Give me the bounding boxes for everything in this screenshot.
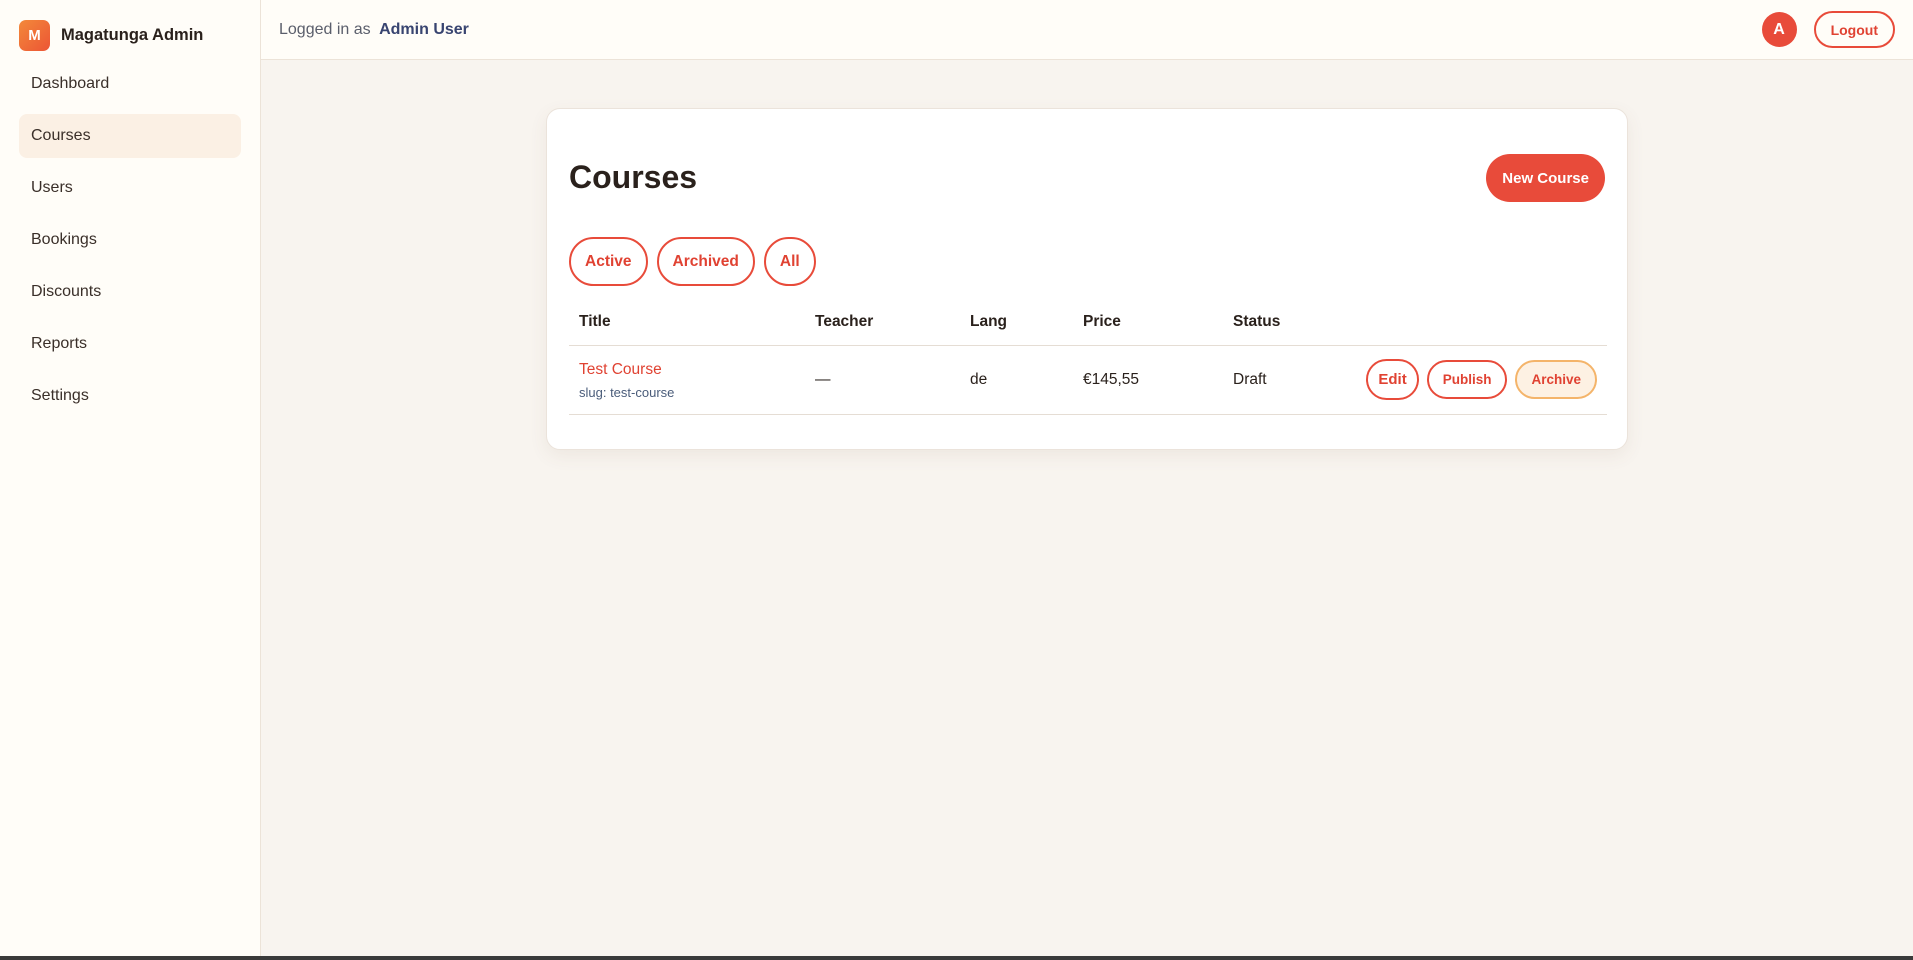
table-row: Test Course slug: test-course — de €145,… — [569, 345, 1607, 415]
login-status: Logged in as Admin User — [279, 21, 469, 39]
sidebar-item-users[interactable]: Users — [19, 166, 241, 210]
column-header-price: Price — [1073, 299, 1223, 346]
filter-archived-button[interactable]: Archived — [656, 237, 755, 286]
publish-button[interactable]: Publish — [1426, 360, 1508, 399]
brand[interactable]: M Magatunga Admin — [0, 18, 260, 52]
sidebar-item-reports[interactable]: Reports — [19, 322, 241, 366]
card-header: Courses New Course Active Archived All — [569, 109, 1605, 286]
cell-actions: Edit Publish Archive — [1353, 345, 1607, 415]
logout-button[interactable]: Logout — [1813, 11, 1895, 48]
admin-app: M Magatunga Admin Dashboard Courses User… — [0, 0, 1913, 956]
login-user-name: Admin User — [379, 20, 469, 38]
sidebar-item-courses[interactable]: Courses — [19, 114, 241, 158]
sidebar-item-bookings[interactable]: Bookings — [19, 218, 241, 262]
cell-teacher: — — [805, 345, 960, 415]
course-slug: slug: test-course — [579, 385, 675, 400]
column-header-actions — [1353, 299, 1607, 346]
sidebar-item-dashboard[interactable]: Dashboard — [19, 62, 241, 106]
row-actions: Edit Publish Archive — [1363, 359, 1607, 400]
column-header-status: Status — [1223, 299, 1353, 346]
archive-button[interactable]: Archive — [1515, 360, 1597, 399]
column-header-teacher: Teacher — [805, 299, 960, 346]
brand-logo-icon: M — [19, 19, 50, 51]
cell-status: Draft — [1223, 345, 1353, 415]
courses-card: Courses New Course Active Archived All T… — [546, 108, 1628, 450]
course-title-link[interactable]: Test Course — [579, 361, 805, 379]
edit-button[interactable]: Edit — [1366, 359, 1419, 400]
courses-table: Title Teacher Lang Price Status Test Cou… — [569, 299, 1607, 415]
column-header-lang: Lang — [960, 299, 1073, 346]
login-prefix: Logged in as — [279, 20, 371, 38]
sidebar-nav: Dashboard Courses Users Bookings Discoun… — [0, 62, 260, 418]
page-title: Courses — [569, 159, 698, 195]
sidebar: M Magatunga Admin Dashboard Courses User… — [0, 0, 261, 956]
sidebar-item-settings[interactable]: Settings — [19, 374, 241, 418]
main-area: Logged in as Admin User A Logout Courses… — [261, 0, 1913, 956]
filter-active-button[interactable]: Active — [569, 237, 648, 286]
new-course-button[interactable]: New Course — [1486, 154, 1605, 202]
cell-title: Test Course slug: test-course — [569, 345, 805, 415]
window-bottom-edge — [0, 956, 1913, 960]
column-header-title: Title — [569, 299, 805, 346]
content: Courses New Course Active Archived All T… — [261, 60, 1913, 956]
brand-name: Magatunga Admin — [61, 25, 204, 44]
filter-all-button[interactable]: All — [763, 237, 816, 286]
avatar[interactable]: A — [1761, 12, 1797, 47]
topbar: Logged in as Admin User A Logout — [261, 0, 1913, 60]
cell-price: €145,55 — [1073, 345, 1223, 415]
table-header-row: Title Teacher Lang Price Status — [569, 299, 1607, 346]
cell-lang: de — [960, 345, 1073, 415]
sidebar-item-discounts[interactable]: Discounts — [19, 270, 241, 314]
filter-group: Active Archived All — [569, 237, 816, 286]
